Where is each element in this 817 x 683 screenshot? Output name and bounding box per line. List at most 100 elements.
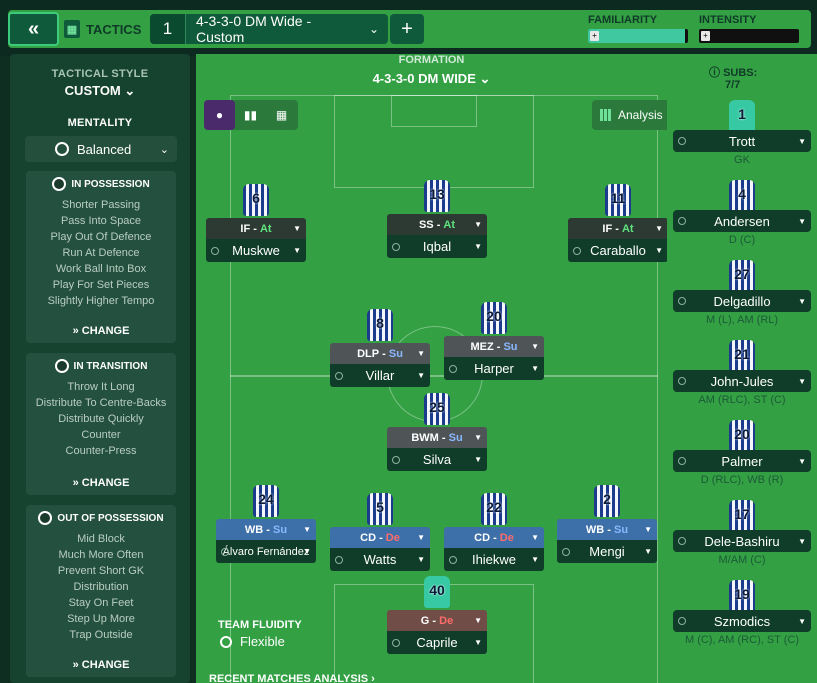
role-selector[interactable]: CD - De ▼ <box>330 527 430 548</box>
in-transition-change-button[interactable]: » CHANGE <box>26 477 176 489</box>
role-separator: - <box>438 431 449 444</box>
dropdown-arrow-icon: ▼ <box>798 216 806 226</box>
dropdown-arrow-icon: ▼ <box>644 547 652 556</box>
player-selector[interactable]: Ihiekwe ▼ <box>444 548 544 571</box>
person-icon <box>392 638 400 647</box>
dropdown-arrow-icon: ▼ <box>644 525 652 534</box>
dropdown-arrow-icon: ▼ <box>655 224 663 233</box>
role-selector[interactable]: SS - At ▼ <box>387 214 487 235</box>
add-tactic-button[interactable]: + <box>390 14 424 44</box>
pitch: FORMATION 4-3-3-0 DM WIDE ⌄ ● ▮▮ ▦ Analy… <box>196 54 672 683</box>
mentality-dropdown[interactable]: Balanced ⌄ <box>25 136 177 162</box>
sub-player-selector[interactable]: Delgadillo ▼ <box>673 290 811 312</box>
sub-slot[interactable]: 17 Dele-Bashiru ▼ M/AM (C) <box>673 500 811 568</box>
tactic-name: 4-3-3-0 DM Wide - Custom <box>196 13 312 45</box>
balanced-icon <box>55 142 69 156</box>
player-name: Ihiekwe <box>471 552 517 567</box>
duty-label: De <box>439 614 454 627</box>
player-selector[interactable]: Muskwe ▼ <box>206 239 306 262</box>
role-selector[interactable]: DLP - Su ▼ <box>330 343 430 364</box>
dropdown-arrow-icon: ▼ <box>474 433 482 442</box>
duty-label: Su <box>388 347 403 360</box>
role-selector[interactable]: IF - At ▼ <box>206 218 306 239</box>
intensity-bar[interactable]: + <box>699 29 799 43</box>
player-slot[interactable]: 11 IF - At ▼ Caraballo ▼ <box>568 184 668 262</box>
tactic-selector[interactable]: 1 4-3-3-0 DM Wide - Custom ⌄ <box>150 13 388 45</box>
player-name: Harper <box>474 361 514 376</box>
role-selector[interactable]: MEZ - Su ▼ <box>444 336 544 357</box>
instruction-item: Counter-Press <box>65 445 137 457</box>
player-slot[interactable]: 25 BWM - Su ▼ Silva ▼ <box>387 393 487 471</box>
player-selector[interactable]: Caprile ▼ <box>387 631 487 654</box>
person-icon <box>392 242 400 251</box>
player-slot[interactable]: 40 G - De ▼ Caprile ▼ <box>387 576 487 654</box>
tactics-view-icon[interactable]: ▦ <box>266 100 297 130</box>
player-slot[interactable]: 8 DLP - Su ▼ Villar ▼ <box>330 309 430 387</box>
sub-positions: D (C) <box>728 234 756 246</box>
instruction-item: Distribute Quickly <box>58 413 144 425</box>
player-selector[interactable]: Iqbal ▼ <box>387 235 487 258</box>
sub-player-selector[interactable]: Palmer ▼ <box>673 450 811 472</box>
tactical-style-text: CUSTOM <box>64 83 121 98</box>
player-selector[interactable]: Villar ▼ <box>330 364 430 387</box>
sub-player-selector[interactable]: John-Jules ▼ <box>673 370 811 392</box>
formation-selector[interactable]: 4-3-3-0 DM WIDE ⌄ <box>196 71 667 87</box>
sub-slot[interactable]: 19 Szmodics ▼ M (C), AM (RC), ST (C) <box>673 580 811 648</box>
fluidity-icon <box>220 635 232 648</box>
role-selector[interactable]: BWM - Su ▼ <box>387 427 487 448</box>
tactical-style-value[interactable]: CUSTOM ⌄ <box>10 83 190 99</box>
dropdown-arrow-icon: ▼ <box>798 456 806 466</box>
sub-player-selector[interactable]: Szmodics ▼ <box>673 610 811 632</box>
dropdown-arrow-icon: ▼ <box>531 342 539 351</box>
role-label: CD <box>360 531 377 544</box>
player-slot[interactable]: 13 SS - At ▼ Iqbal ▼ <box>387 180 487 258</box>
recent-matches-link[interactable]: RECENT MATCHES ANALYSIS › <box>209 673 375 683</box>
role-selector[interactable]: G - De ▼ <box>387 610 487 631</box>
instruction-item: Step Up More <box>67 613 135 625</box>
player-selector[interactable]: Mengi ▼ <box>557 540 657 563</box>
player-slot[interactable]: 24 WB - Su ▼ Álvaro Fernández ▼ <box>216 485 316 563</box>
role-selector[interactable]: CD - De ▼ <box>444 527 544 548</box>
defence-icon <box>38 511 53 525</box>
player-slot[interactable]: 5 CD - De ▼ Watts ▼ <box>330 493 430 571</box>
sub-slot[interactable]: 27 Delgadillo ▼ M (L), AM (RL) <box>673 260 811 328</box>
stats-view-icon[interactable]: ▮▮ <box>235 100 266 130</box>
sub-slot[interactable]: 4 Andersen ▼ D (C) <box>673 180 811 248</box>
out-of-possession-change-button[interactable]: » CHANGE <box>26 659 176 671</box>
dropdown-arrow-icon: ▼ <box>293 224 301 233</box>
player-slot[interactable]: 2 WB - Su ▼ Mengi ▼ <box>557 485 657 563</box>
sub-slot[interactable]: 21 John-Jules ▼ AM (RLC), ST (C) <box>673 340 811 408</box>
player-selector[interactable]: Álvaro Fernández ▼ <box>216 540 316 563</box>
intensity-label: INTENSITY <box>699 14 757 26</box>
familiarity-bar[interactable]: + <box>588 29 688 43</box>
role-label: WB <box>585 523 605 536</box>
player-selector[interactable]: Caraballo ▼ <box>568 239 668 262</box>
in-possession-title: IN POSSESSION <box>71 178 150 190</box>
duty-label: Su <box>273 523 288 536</box>
sub-player-selector[interactable]: Trott ▼ <box>673 130 811 152</box>
sub-player-selector[interactable]: Dele-Bashiru ▼ <box>673 530 811 552</box>
role-selector[interactable]: WB - Su ▼ <box>557 519 657 540</box>
player-selector[interactable]: Watts ▼ <box>330 548 430 571</box>
shirt-number: 40 <box>429 582 445 598</box>
player-slot[interactable]: 6 IF - At ▼ Muskwe ▼ <box>206 184 306 262</box>
dropdown-arrow-icon: ▼ <box>474 455 482 464</box>
in-possession-change-button[interactable]: » CHANGE <box>26 325 176 337</box>
player-slot[interactable]: 22 CD - De ▼ Ihiekwe ▼ <box>444 493 544 571</box>
player-slot[interactable]: 20 MEZ - Su ▼ Harper ▼ <box>444 302 544 380</box>
role-label: IF <box>240 222 251 235</box>
sub-player-selector[interactable]: Andersen ▼ <box>673 210 811 232</box>
back-button[interactable]: « <box>8 12 59 46</box>
instruction-item: Throw It Long <box>67 381 135 393</box>
role-selector[interactable]: IF - At ▼ <box>568 218 668 239</box>
player-selector[interactable]: Harper ▼ <box>444 357 544 380</box>
role-selector[interactable]: WB - Su ▼ <box>216 519 316 540</box>
player-view-icon[interactable]: ● <box>204 100 235 130</box>
player-selector[interactable]: Silva ▼ <box>387 448 487 471</box>
shirt-number: 24 <box>258 491 274 507</box>
sub-slot[interactable]: 1 Trott ▼ GK <box>673 100 811 168</box>
sub-slot[interactable]: 20 Palmer ▼ D (RLC), WB (R) <box>673 420 811 488</box>
analysis-button[interactable]: Analysis <box>592 100 672 130</box>
mentality-label: MENTALITY <box>67 117 133 129</box>
role-separator: - <box>604 523 615 536</box>
